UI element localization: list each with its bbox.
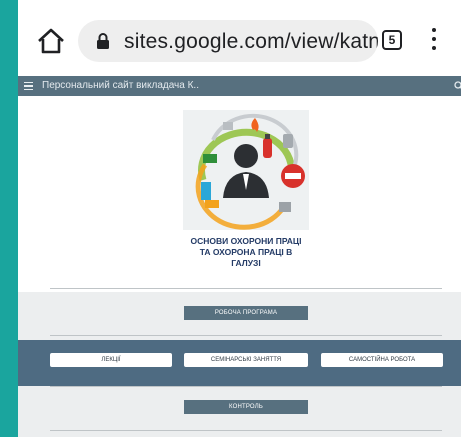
browser-toolbar: sites.google.com/view/katn 5 [18, 0, 461, 80]
hamburger-icon[interactable] [24, 82, 33, 91]
course-title-line: ТА ОХОРОНА ПРАЦІ В [199, 247, 293, 257]
independent-work-button[interactable]: САМОСТІЙНА РОБОТА [321, 353, 443, 367]
control-section: КОНТРОЛЬ [18, 386, 461, 437]
course-title: ОСНОВИ ОХОРОНИ ПРАЦІ ТА ОХОРОНА ПРАЦІ В … [138, 236, 354, 269]
materials-section: ЛЕКЦІЇ СЕМІНАРСЬКІ ЗАНЯТТЯ САМОСТІЙНА РО… [18, 340, 461, 386]
program-section: РОБОЧА ПРОГРАМА [18, 292, 461, 340]
lock-icon [97, 33, 109, 49]
lectures-button[interactable]: ЛЕКЦІЇ [50, 353, 172, 367]
hero-section: ОСНОВИ ОХОРОНИ ПРАЦІ ТА ОХОРОНА ПРАЦІ В … [18, 96, 461, 292]
site-navigation-bar: Персональний сайт викладача К.. [18, 76, 461, 96]
course-title-line: ГАЛУЗІ [231, 258, 261, 268]
divider [50, 335, 442, 336]
tabs-icon[interactable]: 5 [382, 30, 402, 50]
course-title-line: ОСНОВИ ОХОРОНИ ПРАЦІ [190, 236, 302, 246]
divider [50, 386, 442, 387]
more-vert-icon[interactable] [431, 28, 437, 52]
safety-logo [183, 110, 309, 230]
divider [50, 288, 442, 289]
home-icon[interactable] [36, 26, 66, 56]
site-title[interactable]: Персональний сайт викладача К.. [42, 80, 199, 91]
program-button[interactable]: РОБОЧА ПРОГРАМА [184, 306, 308, 320]
address-bar[interactable]: sites.google.com/view/katn [78, 20, 378, 62]
divider [50, 430, 442, 431]
control-button[interactable]: КОНТРОЛЬ [184, 400, 308, 414]
search-icon[interactable] [454, 81, 461, 91]
seminars-button[interactable]: СЕМІНАРСЬКІ ЗАНЯТТЯ [184, 353, 308, 367]
phone-screen: sites.google.com/view/katn 5 Персональни… [18, 0, 461, 437]
url-text[interactable]: sites.google.com/view/katn [124, 30, 378, 54]
